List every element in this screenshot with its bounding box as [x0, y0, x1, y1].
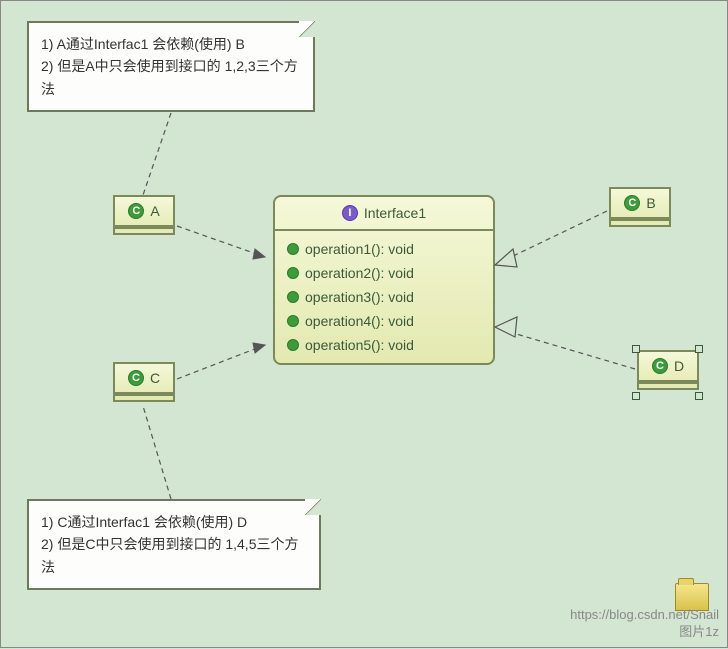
interface-icon: I	[342, 205, 358, 221]
note-a-line2: 2) 但是A中只会使用到接口的 1,2,3三个方法	[41, 55, 301, 100]
class-d[interactable]: C D	[637, 350, 699, 390]
operation-row: operation4(): void	[285, 309, 483, 333]
selection-handle[interactable]	[695, 392, 703, 400]
watermark: https://blog.csdn.net/Snail 图片1z	[570, 607, 719, 641]
class-a-name: A	[150, 203, 159, 219]
operation-row: operation5(): void	[285, 333, 483, 357]
note-c: 1) C通过Interfac1 会依赖(使用) D 2) 但是C中只会使用到接口…	[27, 499, 321, 590]
note-a-line1: 1) A通过Interfac1 会依赖(使用) B	[41, 33, 301, 55]
class-c-name: C	[150, 370, 160, 386]
note-c-line2: 2) 但是C中只会使用到接口的 1,4,5三个方法	[41, 533, 307, 578]
operation-row: operation1(): void	[285, 237, 483, 261]
note-c-line1: 1) C通过Interfac1 会依赖(使用) D	[41, 511, 307, 533]
interface-box: I Interface1 operation1(): void operatio…	[273, 195, 495, 365]
public-icon	[287, 243, 299, 255]
public-icon	[287, 339, 299, 351]
class-a: C A	[113, 195, 175, 235]
selection-handle[interactable]	[632, 345, 640, 353]
note-a: 1) A通过Interfac1 会依赖(使用) B 2) 但是A中只会使用到接口…	[27, 21, 315, 112]
public-icon	[287, 267, 299, 279]
public-icon	[287, 291, 299, 303]
operation-row: operation3(): void	[285, 285, 483, 309]
selection-handle[interactable]	[695, 345, 703, 353]
public-icon	[287, 315, 299, 327]
interface-name: Interface1	[364, 205, 426, 221]
class-b: C B	[609, 187, 671, 227]
class-icon: C	[624, 195, 640, 211]
class-icon: C	[652, 358, 668, 374]
class-icon: C	[128, 203, 144, 219]
class-c: C C	[113, 362, 175, 402]
class-icon: C	[128, 370, 144, 386]
class-d-name: D	[674, 358, 684, 374]
class-b-name: B	[646, 195, 655, 211]
selection-handle[interactable]	[632, 392, 640, 400]
operation-row: operation2(): void	[285, 261, 483, 285]
